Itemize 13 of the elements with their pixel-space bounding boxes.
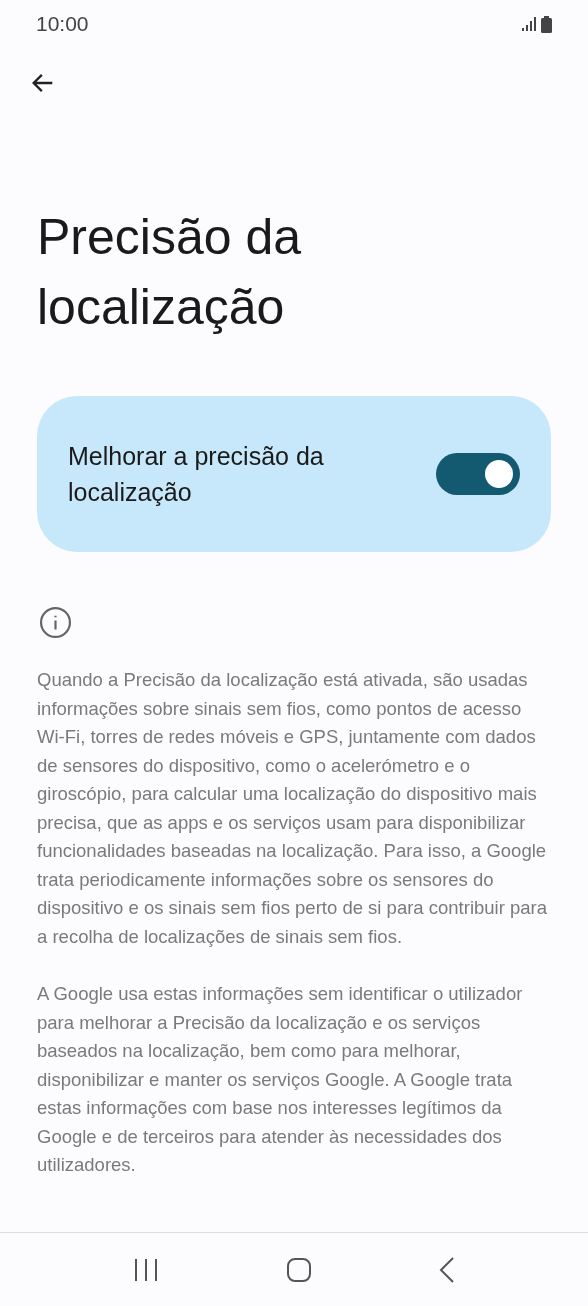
signal-icon <box>522 17 538 31</box>
info-icon <box>39 606 72 639</box>
battery-icon <box>541 15 552 33</box>
toggle-switch[interactable] <box>436 453 520 495</box>
setting-card[interactable]: Melhorar a precisão da localização <box>37 396 551 552</box>
description-paragraph: Quando a Precisão da localização está ativada, são usadas informações sobre sinais sem fios, como pontos de acesso Wi-Fi, torres de redes móveis e GPS, juntamente com dados de sensores do dispositivo, como o acelerómetro e o giroscópio, para calcular uma localização do dispositivo mais precisa, que as apps e os serviços usam para disponibilizar funcionalidades baseadas na localização. Para isso, a Google trata periodicamente informações sobre os sensores do dispositivo e os sinais sem fios perto de si para contribuir para a recolha de localizações de sinais sem fios. <box>37 668 549 949</box>
description-paragraph: A Google usa estas informações sem identificar o utilizador para melhorar a Precisão da localização e os serviços baseados na localização, bem como para melhorar, disponibilizar e manter os serviços Google. A Google trata estas informações com base nos interesses legítimos da Google e de terceiros para atender às necessidades dos utilizadores. <box>37 982 524 1177</box>
status-time: 10:00 <box>36 11 89 38</box>
setting-label: Melhorar a precisão da localização <box>68 441 325 508</box>
home-icon[interactable] <box>286 1256 312 1283</box>
page-title: Precisão da localização <box>37 208 303 337</box>
back-icon[interactable] <box>438 1256 455 1283</box>
recent-apps-icon[interactable] <box>133 1257 160 1282</box>
